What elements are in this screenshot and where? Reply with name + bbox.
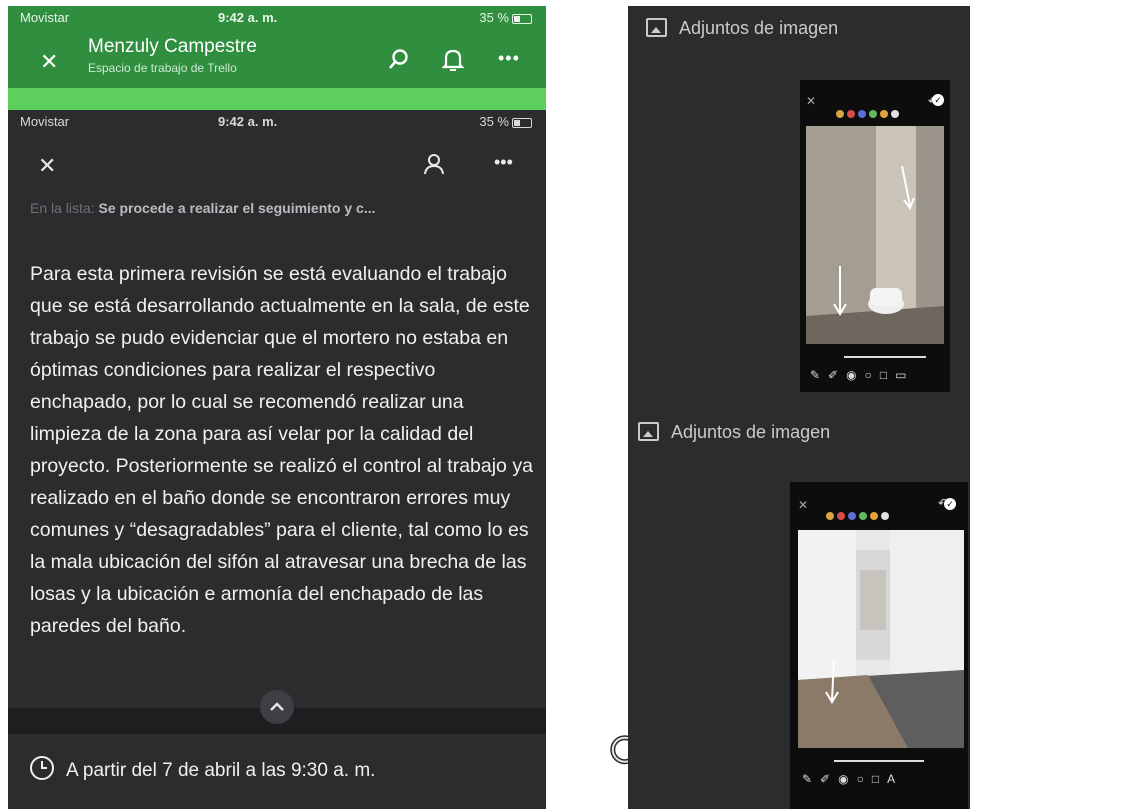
more-options-icon[interactable]: ••• xyxy=(498,46,520,70)
battery-indicator: 35 % xyxy=(479,10,532,25)
search-icon[interactable] xyxy=(388,48,410,75)
image-icon xyxy=(638,422,659,441)
bell-icon[interactable] xyxy=(441,48,465,77)
more-options-icon[interactable]: ••• xyxy=(494,150,513,174)
close-icon[interactable]: ✕ xyxy=(38,154,56,178)
color-palette xyxy=(826,512,889,520)
close-icon[interactable]: ✕ xyxy=(40,50,58,74)
header-strip xyxy=(8,88,546,110)
drawing-toolbar: ✎✐◉○□▭ xyxy=(810,368,915,382)
status-bar: Movistar 9:42 a. m. 35 % xyxy=(8,6,546,28)
list-prefix: En la lista: xyxy=(30,200,95,216)
due-date-text: A partir del 7 de abril a las 9:30 a. m. xyxy=(66,760,376,781)
check-icon: ✓ xyxy=(944,498,956,510)
attachment-photo xyxy=(806,126,944,344)
carrier: Movistar xyxy=(20,114,70,129)
battery-icon xyxy=(512,117,532,128)
brush-size-slider xyxy=(834,760,924,762)
attachments-panel: Adjuntos de imagen ✕ ↶ ✓ ✎✐◉○□▭ xyxy=(628,6,970,809)
close-icon: ✕ xyxy=(798,498,809,512)
member-icon[interactable] xyxy=(422,152,446,181)
brush-size-slider xyxy=(844,356,926,358)
attachments-heading: Adjuntos de imagen xyxy=(638,422,830,443)
image-icon xyxy=(646,18,667,37)
battery-icon xyxy=(512,13,532,24)
collapse-button[interactable] xyxy=(260,690,294,724)
chevron-up-icon xyxy=(270,702,284,711)
due-date-row[interactable]: A partir del 7 de abril a las 9:30 a. m. xyxy=(30,756,375,782)
attachment-thumbnail[interactable]: ✕ ↶ ✓ ✎✐◉○□A xyxy=(790,482,968,809)
card-description[interactable]: Para esta primera revisión se está evalu… xyxy=(30,258,538,642)
card-detail: Movistar 9:42 a. m. 35 % ✕ ••• En la lis… xyxy=(8,110,546,809)
attachment-thumbnail[interactable]: ✕ ↶ ✓ ✎✐◉○□▭ xyxy=(800,80,950,392)
status-bar: Movistar 9:42 a. m. 35 % xyxy=(8,110,546,132)
battery-indicator: 35 % xyxy=(479,114,532,129)
attachment-photo xyxy=(798,530,964,748)
carrier: Movistar xyxy=(20,10,70,25)
close-icon: ✕ xyxy=(806,94,817,108)
list-breadcrumb[interactable]: En la lista: Se procede a realizar el se… xyxy=(30,200,540,216)
workspace-subtitle: Espacio de trabajo de Trello xyxy=(88,61,237,75)
drawing-toolbar: ✎✐◉○□A xyxy=(802,772,904,786)
board-header: Movistar 9:42 a. m. 35 % ✕ Menzuly Campe… xyxy=(8,6,546,110)
clock-time: 9:42 a. m. xyxy=(218,114,278,129)
check-icon: ✓ xyxy=(932,94,944,106)
clock-icon xyxy=(30,756,54,780)
board-title: Menzuly Campestre xyxy=(88,36,257,57)
color-palette xyxy=(836,110,899,118)
attachments-heading: Adjuntos de imagen xyxy=(646,18,838,39)
list-name: Se procede a realizar el seguimiento y c… xyxy=(98,200,376,216)
clock-time: 9:42 a. m. xyxy=(218,10,278,25)
